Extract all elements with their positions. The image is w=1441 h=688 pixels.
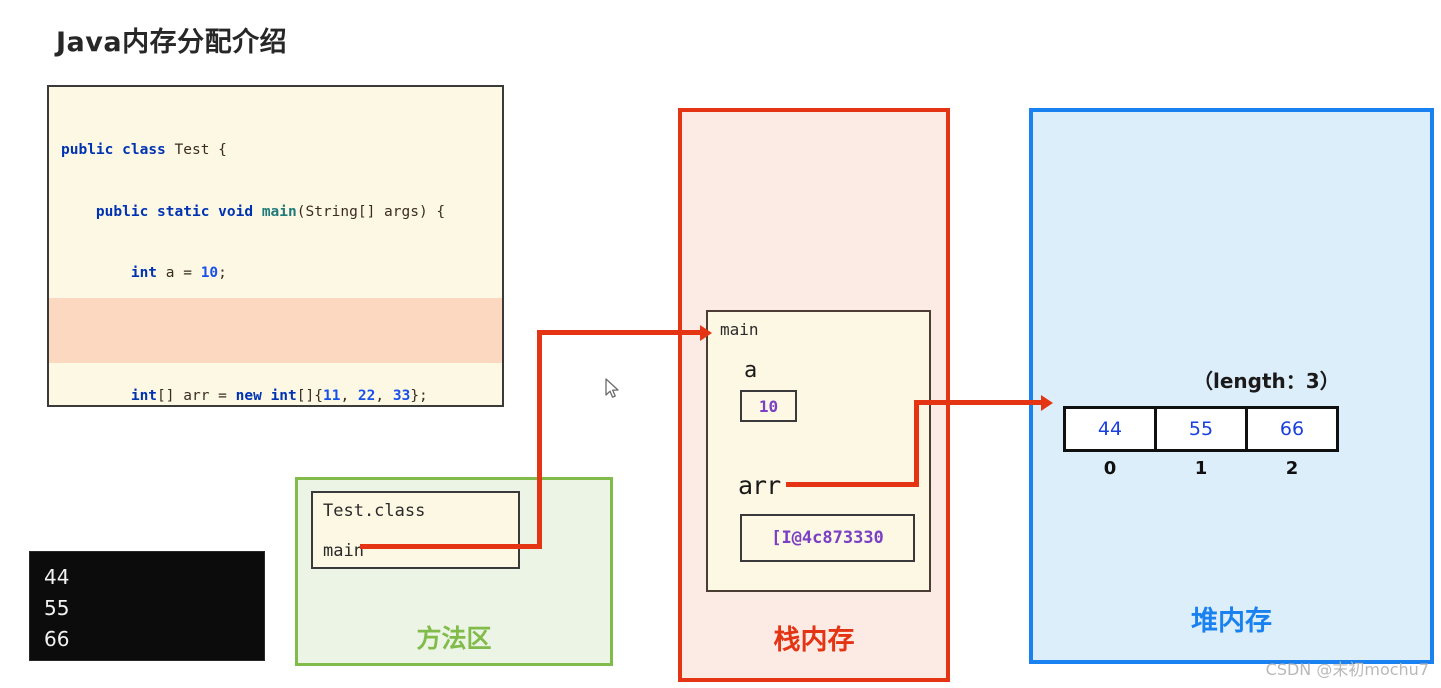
stack-frame: main a 10 arr [I@4c873330 [706, 310, 931, 592]
variable-arr-reference-box: [I@4c873330 [740, 514, 915, 562]
stack-memory-panel: main a 10 arr [I@4c873330 栈内存 [678, 108, 950, 682]
code-lines: public class Test { public static void m… [49, 87, 502, 405]
console-line: 55 [44, 596, 70, 620]
array-length-label: （length：3） [1193, 369, 1340, 393]
connector-arr-segment-h2 [914, 400, 1046, 405]
code-line: public class Test { [61, 142, 227, 158]
heap-array: 44 55 66 [1063, 406, 1339, 452]
connector-main-segment-h2 [537, 330, 705, 335]
stack-frame-name: main [720, 320, 759, 339]
variable-a-name: a [744, 358, 758, 383]
array-cell: 44 [1063, 406, 1157, 452]
connector-main-segment-h1 [360, 544, 542, 549]
array-index: 1 [1194, 458, 1208, 479]
code-line: int[] arr = new int[]{11, 22, 33}; [130, 388, 428, 404]
code-block: public class Test { public static void m… [47, 85, 504, 407]
class-box: Test.class main [311, 491, 520, 569]
page-title: Java内存分配介绍 [56, 27, 288, 58]
heap-memory-panel: （length：3） 44 55 66 0 1 2 堆内存 [1029, 108, 1434, 664]
connector-main-arrow-head [700, 324, 712, 341]
console-line: 44 [44, 565, 70, 589]
method-area-label: 方法区 [416, 624, 492, 653]
connector-arr-arrow-head [1041, 394, 1053, 411]
heap-memory-label: 堆内存 [1191, 606, 1272, 637]
stack-memory-label: 栈内存 [773, 625, 855, 656]
console-line: 66 [44, 627, 70, 651]
connector-arr-segment-h1 [786, 482, 918, 487]
variable-arr-name: arr [738, 471, 781, 500]
mouse-cursor-icon [605, 378, 619, 398]
heap-array-index-row: 0 1 2 [1063, 458, 1339, 479]
array-index: 0 [1103, 458, 1117, 479]
code-line: public static void main(String[] args) { [95, 203, 446, 220]
connector-arr-segment-v [914, 400, 919, 487]
code-line: int a = 10; [130, 265, 227, 281]
class-name-label: Test.class [323, 501, 426, 521]
connector-main-segment-v [537, 330, 542, 549]
watermark: CSDN @末初mochu7 [1265, 660, 1429, 679]
method-area-panel: Test.class main 方法区 [295, 477, 613, 666]
array-cell: 55 [1154, 406, 1248, 452]
variable-a-value-box: 10 [740, 390, 797, 422]
console-output: 44 55 66 [29, 551, 265, 661]
array-index: 2 [1285, 458, 1299, 479]
class-method-label: main [323, 541, 364, 561]
array-cell: 66 [1245, 406, 1339, 452]
